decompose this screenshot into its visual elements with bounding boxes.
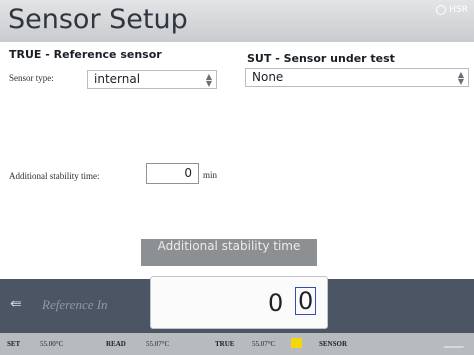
sut-sensor-value: None [252, 70, 284, 84]
sensor-type-value: internal [94, 72, 141, 86]
read-label: READ [106, 340, 126, 348]
page-title: Sensor Setup [8, 4, 188, 35]
stable-indicator [291, 338, 302, 348]
popup-digit-active[interactable]: 0 [295, 287, 317, 315]
true-value: 55.07°C [252, 340, 276, 348]
sut-section-heading: SUT - Sensor under test [247, 52, 395, 65]
read-value: 55.07°C [146, 340, 170, 348]
popup-digit[interactable]: 0 [268, 289, 283, 317]
reference-input-button[interactable]: Reference In [42, 297, 108, 313]
title-bar: Sensor Setup HSR [0, 0, 474, 42]
power-status: HSR [436, 5, 468, 15]
popup-title: Additional stability time [141, 239, 317, 266]
sensor-type-label: Sensor type: [9, 73, 54, 83]
updown-arrow-icon: ▲ ▼ [457, 70, 464, 86]
sensor-label: SENSOR [319, 340, 348, 348]
sut-sensor-select[interactable]: None ▲ ▼ [245, 68, 469, 87]
status-bar: SET 55.00°C READ 55.07°C TRUE 55.07°C SE… [0, 333, 474, 355]
stability-time-field[interactable]: 0 [146, 163, 199, 184]
sensor-type-select[interactable]: internal ▲ ▼ [87, 70, 217, 89]
power-status-text: HSR [449, 5, 468, 15]
stability-unit-label: min [203, 170, 218, 180]
true-section-heading: TRUE - Reference sensor [9, 48, 162, 61]
stability-time-label: Additional stability time: [9, 171, 100, 181]
set-value: 55.00°C [40, 340, 64, 348]
set-label: SET [7, 340, 21, 348]
power-icon [436, 5, 447, 15]
updown-arrow-icon: ▲ ▼ [205, 72, 212, 88]
back-arrow-icon[interactable]: ⇚ [10, 296, 22, 312]
true-label: TRUE [215, 340, 235, 348]
